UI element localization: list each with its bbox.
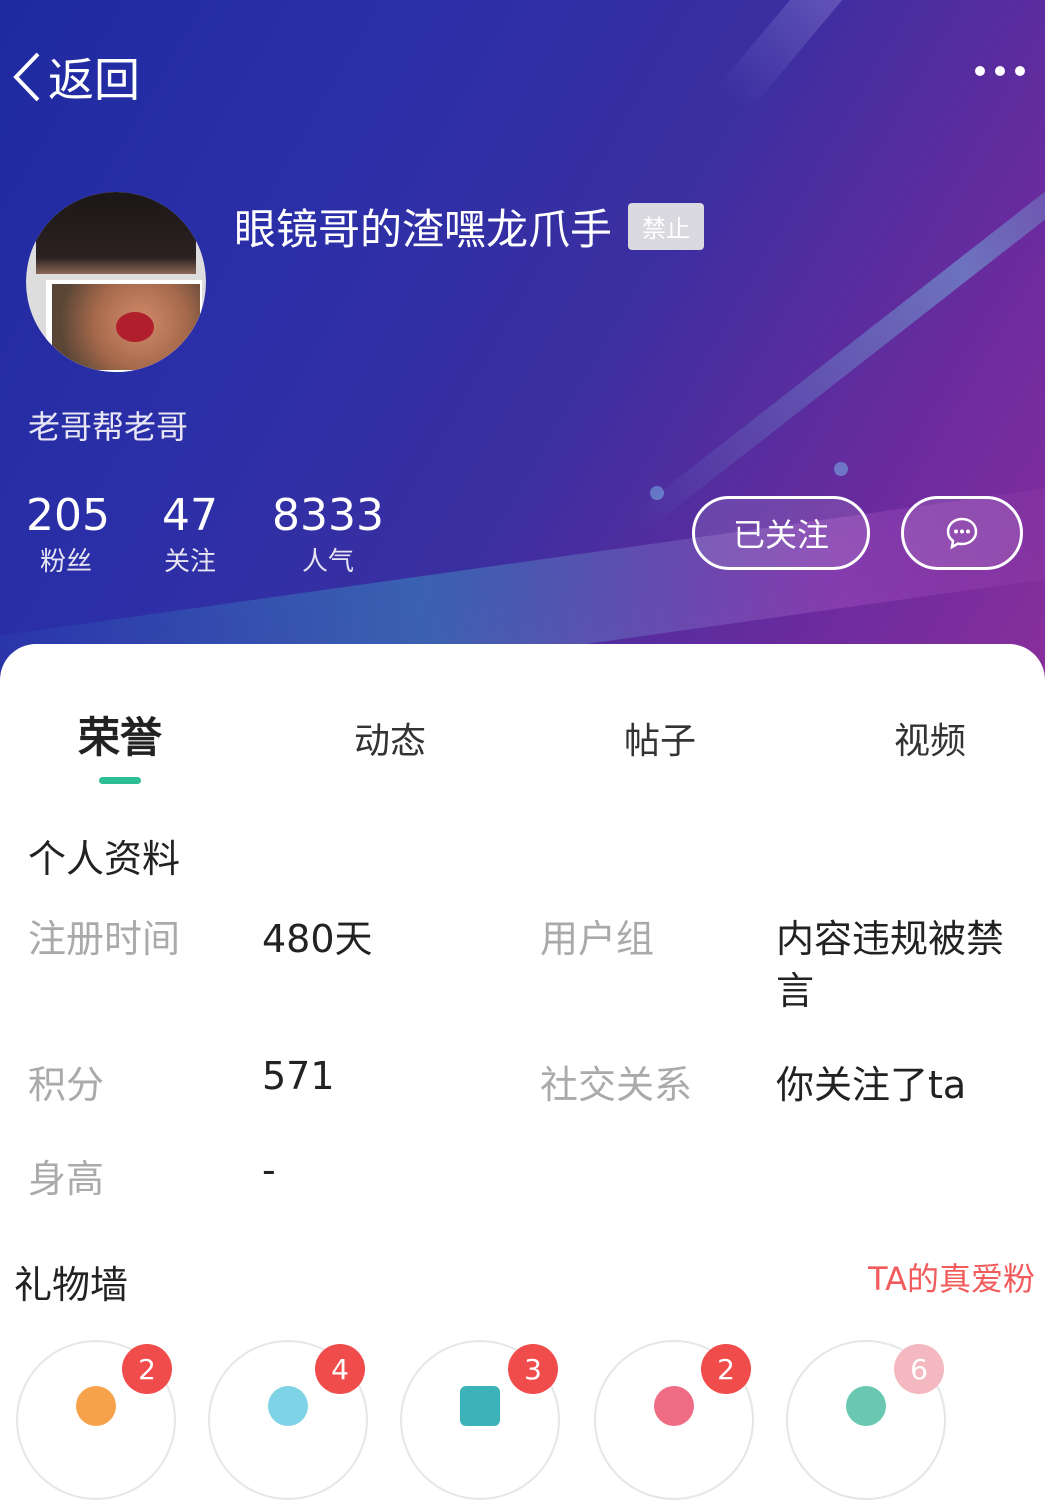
profile-banner: 返回 眼镜哥的渣嘿龙爪手 禁止 老哥帮老哥 205 粉丝 47 关注 8333 …	[0, 0, 1045, 700]
back-button[interactable]: 返回	[12, 44, 140, 110]
stat-value: 47	[162, 490, 218, 541]
info-label: 社交关系	[540, 1063, 693, 1107]
stat-label: 人气	[301, 547, 354, 577]
username-row: 眼镜哥的渣嘿龙爪手 禁止	[234, 196, 705, 257]
gift-icon	[654, 1386, 694, 1426]
more-options-icon[interactable]	[975, 56, 1025, 86]
tab-posts[interactable]: 帖子	[560, 712, 760, 764]
gift-count-badge: 3	[508, 1344, 558, 1394]
chevron-left-icon	[13, 52, 40, 102]
back-label: 返回	[48, 53, 140, 107]
tab-bar: 荣誉 动态 帖子 视频	[0, 704, 1045, 784]
tab-honor[interactable]: 荣誉	[20, 704, 220, 765]
tab-activity[interactable]: 动态	[290, 712, 490, 764]
stat-label: 粉丝	[39, 547, 92, 577]
info-value: 言	[776, 969, 815, 1013]
stat-label: 关注	[163, 547, 216, 577]
gift-icon	[76, 1386, 116, 1426]
gift-wall-title: 礼物墙	[14, 1263, 129, 1307]
message-button[interactable]	[901, 496, 1023, 570]
info-label: 身高	[28, 1157, 105, 1201]
info-value: -	[262, 1148, 276, 1192]
gift-count-badge: 6	[894, 1344, 944, 1394]
avatar[interactable]	[26, 192, 206, 372]
info-label: 用户组	[540, 917, 655, 961]
info-value: 480天	[262, 917, 373, 961]
info-value: 571	[262, 1054, 335, 1098]
stat-popularity[interactable]: 8333 人气	[268, 490, 388, 582]
gift-count-badge: 2	[122, 1344, 172, 1394]
banner-dot	[834, 462, 848, 476]
stat-fans[interactable]: 205 粉丝	[26, 490, 110, 582]
gift-icon	[268, 1386, 308, 1426]
info-label: 积分	[28, 1063, 105, 1107]
banner-dot	[650, 486, 664, 500]
active-tab-indicator	[99, 777, 141, 784]
tab-videos[interactable]: 视频	[830, 712, 1030, 764]
content-sheet: 荣誉 动态 帖子 视频 个人资料 注册时间 480天 用户组 内容违规被禁 言 …	[0, 644, 1045, 1500]
follow-button[interactable]: 已关注	[692, 496, 870, 570]
status-badge: 禁止	[628, 203, 705, 250]
gift-count-badge: 4	[315, 1344, 365, 1394]
gift-icon	[846, 1386, 886, 1426]
stat-value: 8333	[272, 490, 384, 541]
gift-icon	[460, 1386, 500, 1426]
signature: 老哥帮老哥	[28, 408, 189, 446]
gift-count-badge: 2	[701, 1344, 751, 1394]
info-value: 内容违规被禁	[776, 917, 1005, 961]
info-label: 注册时间	[28, 917, 181, 961]
info-value: 你关注了ta	[776, 1063, 967, 1107]
true-fans-link[interactable]: TA的真爱粉	[868, 1254, 1035, 1300]
username: 眼镜哥的渣嘿龙爪手	[234, 205, 613, 254]
stat-value: 205	[26, 490, 110, 541]
chat-bubble-icon	[946, 517, 978, 550]
section-title: 个人资料	[28, 837, 181, 881]
stat-following[interactable]: 47 关注	[150, 490, 230, 582]
